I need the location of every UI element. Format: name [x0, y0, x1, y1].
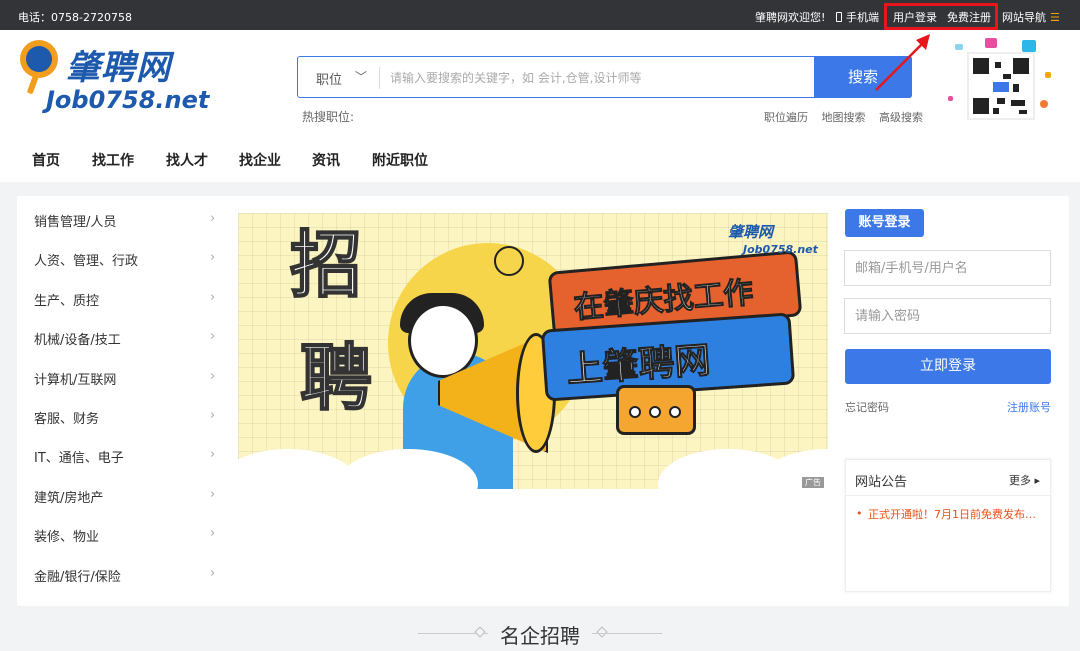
category-label: 装修、物业 [34, 530, 100, 545]
confetti [1022, 40, 1036, 52]
phone-number: 电话：0758-2720758 [18, 11, 132, 24]
hot-search-label: 热搜职位: [302, 110, 355, 124]
divider [379, 67, 380, 89]
smiley-icon [494, 246, 524, 276]
confetti [955, 44, 963, 50]
category-item[interactable]: 机械/设备/技工 › [34, 329, 224, 349]
category-label: 生产、质控 [34, 294, 100, 309]
job-browse-link[interactable]: 职位遍历 [764, 111, 808, 124]
ad-badge: 广告 [802, 477, 824, 488]
category-item[interactable]: 计算机/互联网 › [34, 369, 224, 389]
highlight-box [884, 3, 998, 30]
chevron-right-icon: › [210, 250, 216, 265]
category-item[interactable]: 金融/银行/保险 › [34, 566, 224, 586]
nav-nearby-jobs[interactable]: 附近职位 [372, 150, 428, 170]
search-bar: 职位 ﹀ 搜索 [297, 56, 912, 98]
password-field[interactable] [844, 298, 1051, 334]
nav-find-talent[interactable]: 找人才 [166, 150, 208, 170]
confetti [948, 96, 953, 101]
chevron-right-icon: › [210, 408, 216, 423]
site-nav-label: 网站导航 [1002, 11, 1046, 24]
nav-news[interactable]: 资讯 [312, 150, 340, 170]
nav-find-company[interactable]: 找企业 [239, 150, 281, 170]
character-head [408, 303, 478, 378]
username-input[interactable] [845, 251, 1050, 285]
banner-pin: 聘 [299, 336, 373, 420]
category-label: IT、通信、电子 [34, 451, 124, 466]
logo-cn: 肇聘网 [66, 48, 171, 88]
speech-bubble-icon [616, 385, 696, 435]
mobile-label: 手机端 [846, 11, 879, 24]
forgot-password-link[interactable]: 忘记密码 [845, 399, 889, 415]
category-label: 金融/银行/保险 [34, 570, 121, 585]
category-item[interactable]: 建筑/房地产 › [34, 487, 224, 507]
confetti [1040, 100, 1048, 108]
welcome-text: 肇聘网欢迎您! [755, 11, 826, 24]
category-label: 建筑/房地产 [34, 491, 104, 506]
confetti [985, 38, 997, 48]
chevron-right-icon: › [210, 566, 216, 581]
category-item[interactable]: 客服、财务 › [34, 408, 224, 428]
password-input[interactable] [845, 299, 1050, 333]
category-item[interactable]: 销售管理/人员 › [34, 211, 224, 231]
account-login-tab[interactable]: 账号登录 [845, 209, 924, 237]
site-logo[interactable]: 肇聘网 Job0758.net [18, 40, 209, 120]
chevron-right-icon: › [210, 211, 216, 226]
category-label: 客服、财务 [34, 412, 100, 427]
category-item[interactable]: 生产、质控 › [34, 290, 224, 310]
chevron-right-icon: › [210, 290, 216, 305]
username-field[interactable] [844, 250, 1051, 286]
magnifier-icon [20, 40, 58, 78]
notice-more-link[interactable]: 更多 ▸ [1009, 472, 1040, 488]
chevron-right-icon: › [210, 369, 216, 384]
chevron-right-icon: › [210, 487, 216, 502]
login-button[interactable]: 立即登录 [845, 349, 1051, 384]
search-input[interactable] [390, 65, 810, 91]
category-item[interactable]: IT、通信、电子 › [34, 447, 224, 467]
category-label: 计算机/互联网 [34, 373, 117, 388]
nav-find-job[interactable]: 找工作 [92, 150, 134, 170]
promo-banner[interactable]: 招 聘 在肇庆找工作 上肇聘网 肇聘网 Job0758.net 广告 [238, 213, 828, 489]
register-account-link[interactable]: 注册账号 [1007, 399, 1051, 415]
notice-box: 网站公告 更多 ▸ • 正式开通啦！7月1日前免费发布招聘信息 [845, 459, 1051, 592]
notice-item[interactable]: 正式开通啦！7月1日前免费发布招聘信息 [868, 506, 1043, 522]
menu-icon: ☰ [1050, 11, 1060, 24]
divider [846, 495, 1050, 496]
banner-logo-en: Job0758.net [743, 243, 818, 256]
site-nav-link[interactable]: 网站导航 ☰ [1002, 9, 1060, 25]
category-item[interactable]: 装修、物业 › [34, 526, 224, 546]
category-label: 人资、管理、行政 [34, 254, 139, 269]
map-search-link[interactable]: 地图搜索 [822, 111, 866, 124]
chevron-down-icon[interactable]: ﹀ [355, 68, 367, 85]
chevron-right-icon: › [210, 329, 216, 344]
category-item[interactable]: 人资、管理、行政 › [34, 250, 224, 270]
search-category-select[interactable]: 职位 [316, 69, 342, 88]
phone-icon [836, 12, 842, 22]
banner-line-2: 上肇聘网 [565, 340, 713, 392]
nav-home[interactable]: 首页 [32, 150, 60, 170]
annotation-arrow [875, 34, 930, 91]
advanced-search-link[interactable]: 高级搜索 [879, 111, 923, 124]
category-label: 机械/设备/技工 [34, 333, 121, 348]
chevron-right-icon: › [210, 447, 216, 462]
search-links: 职位遍历 地图搜索 高级搜索 [764, 109, 933, 125]
bullet-icon: • [856, 507, 863, 520]
notice-title: 网站公告 [855, 475, 908, 490]
chevron-right-icon: › [210, 526, 216, 541]
decor-line [592, 633, 662, 634]
mobile-link[interactable]: 手机端 [836, 9, 879, 25]
magnifier-handle [26, 73, 40, 95]
confetti [1045, 72, 1051, 78]
section-title: 名企招聘 [500, 624, 580, 648]
logo-en: Job0758.net [46, 86, 210, 114]
category-label: 销售管理/人员 [34, 215, 117, 230]
banner-zhao: 招 [289, 223, 363, 307]
banner-logo-cn: 肇聘网 [728, 223, 774, 241]
qr-code [967, 52, 1035, 120]
